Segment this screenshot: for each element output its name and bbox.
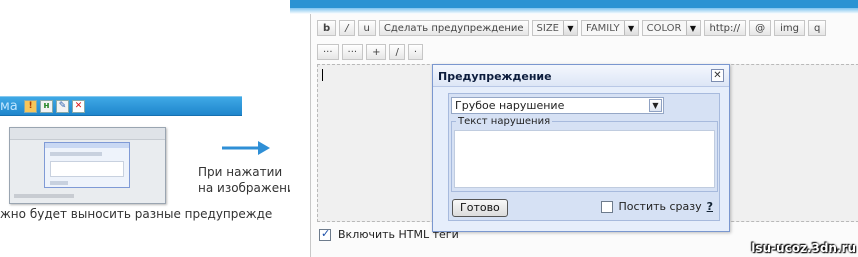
thumb-checkbox — [14, 194, 74, 198]
dialog-thumbnail — [9, 127, 166, 204]
underline-button[interactable]: u — [357, 20, 376, 36]
dialog-title: Предупреждение — [438, 70, 552, 83]
url-button[interactable]: http:// — [703, 20, 747, 36]
thumb-button — [50, 181, 68, 185]
reason-selected-value: Грубое нарушение — [455, 99, 565, 112]
color-select[interactable]: COLOR ▼ — [641, 20, 701, 36]
reason-select[interactable]: Грубое нарушение ▼ — [451, 97, 664, 114]
email-button[interactable]: @ — [749, 20, 772, 36]
done-button[interactable]: Готово — [452, 199, 508, 217]
editor-frame: b / u Сделать предупреждение SIZE ▼ FAMIL… — [310, 14, 858, 257]
bar-text-fragment: ма — [0, 99, 18, 114]
thumb-toolbar — [10, 128, 165, 140]
violation-fieldset: Текст нарушения — [451, 116, 718, 192]
toolbar-strip: ма ! н ✎ ✕ — [0, 96, 242, 116]
size-label: SIZE — [536, 22, 559, 34]
image-button[interactable]: img — [774, 20, 806, 36]
chevron-down-icon: ▼ — [649, 99, 662, 112]
thumb-dialog — [44, 142, 130, 188]
dialog-header: Предупреждение ✕ — [433, 65, 729, 87]
text-caret — [322, 69, 323, 81]
post-now-label: Постить сразу — [618, 200, 702, 213]
slash-button[interactable]: / — [389, 44, 405, 60]
family-label: FAMILY — [586, 22, 620, 34]
pencil-icon[interactable]: ✎ — [56, 100, 69, 113]
violation-legend: Текст нарушения — [456, 116, 553, 127]
warning-dialog: Предупреждение ✕ Грубое нарушение ▼ Текс… — [432, 64, 730, 232]
misc-button[interactable]: · — [407, 44, 424, 60]
caption-text: жно будет выносить разные предупрежде — [0, 207, 273, 221]
post-now-row: Постить сразу ? — [601, 200, 713, 213]
color-label: COLOR — [646, 22, 682, 34]
arrow-right-icon — [222, 141, 270, 155]
hint-line-1: При нажатии — [198, 165, 283, 179]
hint-line-2: на изображение — [198, 181, 303, 195]
close-icon[interactable]: ✕ — [711, 69, 724, 82]
site-watermark: lsu-ucoz.3dn.ru — [751, 241, 856, 255]
size-select[interactable]: SIZE ▼ — [531, 20, 578, 36]
thumb-textarea — [50, 161, 124, 177]
html-checkbox[interactable] — [319, 227, 331, 241]
list-item-button[interactable]: ··· — [341, 44, 364, 60]
post-now-checkbox[interactable] — [601, 200, 614, 213]
thumb-select — [50, 152, 102, 156]
bold-button[interactable]: b — [317, 20, 337, 36]
site-header-band — [290, 0, 858, 8]
list-button[interactable]: ··· — [317, 44, 339, 60]
quote-button[interactable]: q — [808, 20, 827, 36]
family-select[interactable]: FAMILY ▼ — [581, 20, 639, 36]
hint-text: При нажатии на изображение — [198, 164, 302, 196]
chevron-down-icon: ▼ — [563, 21, 577, 35]
help-link[interactable]: ? — [707, 200, 713, 213]
bbcode-toolbar-row2: ··· ··· + / · — [317, 44, 424, 60]
bbcode-toolbar: b / u Сделать предупреждение SIZE ▼ FAMIL… — [317, 20, 827, 36]
violation-text-input[interactable] — [454, 130, 715, 188]
warning-icon[interactable]: ! — [24, 100, 37, 113]
italic-button[interactable]: / — [339, 20, 355, 36]
make-warning-button[interactable]: Сделать предупреждение — [378, 20, 529, 36]
chevron-down-icon: ▼ — [623, 21, 638, 35]
thumb-dialog-title — [45, 143, 129, 148]
plus-button[interactable]: + — [366, 44, 387, 60]
delete-icon[interactable]: ✕ — [72, 100, 85, 113]
moderation-icons: ! н ✎ ✕ — [24, 100, 85, 113]
dialog-body: Грубое нарушение ▼ Текст нарушения Готов… — [448, 93, 720, 221]
editor-screenshot: b / u Сделать предупреждение SIZE ▼ FAMIL… — [290, 0, 858, 257]
chevron-down-icon: ▼ — [685, 21, 700, 35]
edit-icon[interactable]: н — [40, 100, 53, 113]
